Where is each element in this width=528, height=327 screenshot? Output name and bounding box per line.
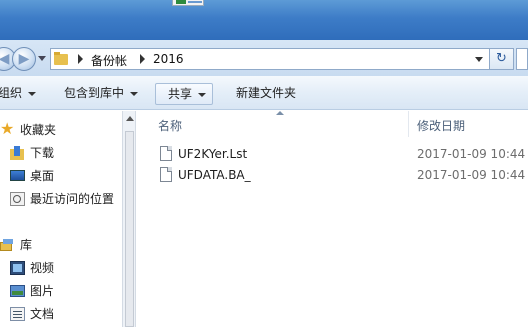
nav-downloads[interactable]: 下载 xyxy=(0,143,122,163)
nav-label: 视频 xyxy=(30,261,55,275)
breadcrumb-separator-icon[interactable] xyxy=(140,54,145,64)
refresh-button[interactable]: ↻ xyxy=(490,48,514,70)
search-input[interactable] xyxy=(516,48,528,70)
navigation-pane-scrollbar[interactable] xyxy=(122,111,136,327)
new-folder-button[interactable]: 新建文件夹 xyxy=(230,83,302,105)
new-folder-label: 新建文件夹 xyxy=(236,86,297,100)
nav-documents[interactable]: 文档 xyxy=(0,304,122,324)
chevron-down-icon xyxy=(130,91,139,96)
star-icon: ★ xyxy=(0,119,15,138)
file-modified-date: 2017-01-09 10:44 xyxy=(417,168,526,182)
chevron-down-icon xyxy=(28,91,37,96)
organize-label: 组织 xyxy=(0,86,23,100)
file-icon xyxy=(160,146,172,161)
file-modified-date: 2017-01-09 10:44 xyxy=(417,147,526,161)
video-library-icon xyxy=(10,261,26,275)
nav-pictures[interactable]: 图片 xyxy=(0,281,122,301)
back-arrow-icon: ◀ xyxy=(0,51,10,67)
scroll-up-icon[interactable] xyxy=(126,116,134,121)
recent-places-icon xyxy=(10,192,26,206)
nav-label: 图片 xyxy=(30,284,55,298)
share-label: 共享 xyxy=(168,87,193,101)
folder-icon xyxy=(54,52,68,65)
library-icon xyxy=(0,238,16,252)
organize-menu[interactable]: 组织 xyxy=(0,83,42,105)
document-library-icon xyxy=(10,307,26,321)
breadcrumb-separator-icon[interactable] xyxy=(78,54,83,64)
nav-recent-places[interactable]: 最近访问的位置 xyxy=(0,189,122,209)
file-name: UF2KYer.Lst xyxy=(178,147,248,161)
command-bar: 组织 包含到库中 共享 新建文件夹 xyxy=(0,76,528,110)
nav-libraries[interactable]: 库 xyxy=(0,235,122,255)
address-dropdown-icon[interactable] xyxy=(475,57,483,62)
window-title-bar xyxy=(0,0,528,40)
address-row: ◀ ▶ 备份帐 2016 ↻ xyxy=(0,40,528,76)
nav-label: 收藏夹 xyxy=(20,123,57,137)
nav-label: 最近访问的位置 xyxy=(30,192,115,206)
scrollbar-thumb[interactable] xyxy=(125,131,134,327)
taskbar-thumbnail-icon xyxy=(172,0,204,6)
file-icon xyxy=(160,167,172,182)
column-divider[interactable] xyxy=(408,111,409,137)
file-row[interactable]: UFDATA.BA_ 2017-01-09 10:44 xyxy=(136,165,528,185)
forward-arrow-icon: ▶ xyxy=(18,51,30,67)
download-folder-icon xyxy=(10,146,26,160)
nav-desktop[interactable]: 桌面 xyxy=(0,166,122,186)
file-list: 名称 修改日期 UF2KYer.Lst 2017-01-09 10:44 UFD… xyxy=(136,111,528,327)
nav-favorites[interactable]: ★ 收藏夹 xyxy=(0,120,122,140)
desktop-icon xyxy=(10,169,26,183)
sort-indicator-icon xyxy=(276,111,284,115)
file-name: UFDATA.BA_ xyxy=(178,168,251,182)
picture-library-icon xyxy=(10,284,26,298)
address-bar[interactable]: 备份帐 2016 xyxy=(50,48,490,70)
chevron-down-icon xyxy=(198,92,207,97)
nav-label: 库 xyxy=(20,238,33,252)
share-menu[interactable]: 共享 xyxy=(155,83,214,105)
nav-label: 下载 xyxy=(30,146,55,160)
column-header-name[interactable]: 名称 xyxy=(158,117,182,134)
forward-button[interactable]: ▶ xyxy=(12,47,36,71)
nav-videos[interactable]: 视频 xyxy=(0,258,122,278)
include-in-library-label: 包含到库中 xyxy=(64,86,125,100)
nav-label: 桌面 xyxy=(30,169,55,183)
breadcrumb-item[interactable]: 备份帐 xyxy=(91,52,127,69)
nav-label: 文档 xyxy=(30,307,55,321)
include-in-library-menu[interactable]: 包含到库中 xyxy=(58,83,144,105)
column-header-date-modified[interactable]: 修改日期 xyxy=(417,117,465,134)
navigation-pane: ★ 收藏夹 下载 桌面 最近访问的位置 库 视频 图片 文档 xyxy=(0,111,122,327)
breadcrumb-item[interactable]: 2016 xyxy=(153,52,184,66)
file-row[interactable]: UF2KYer.Lst 2017-01-09 10:44 xyxy=(136,144,528,164)
refresh-icon: ↻ xyxy=(496,51,507,66)
recent-pages-dropdown[interactable] xyxy=(38,56,46,61)
